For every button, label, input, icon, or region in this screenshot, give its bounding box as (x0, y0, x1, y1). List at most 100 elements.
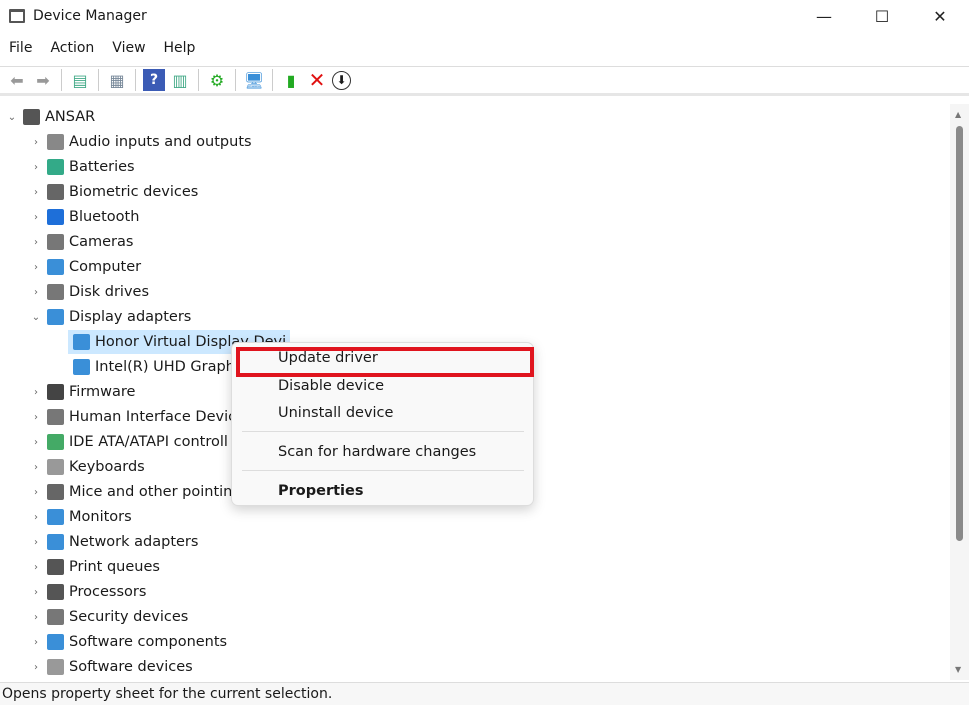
uninstall-icon[interactable]: ✕ (306, 68, 328, 92)
tree-item[interactable]: › Monitors (30, 505, 136, 529)
tree-item[interactable]: › Audio inputs and outputs (30, 130, 256, 154)
menu-view[interactable]: View (103, 38, 154, 62)
expand-chevron-icon[interactable]: › (30, 462, 42, 473)
expand-chevron-icon[interactable]: › (30, 137, 42, 148)
expand-chevron-icon[interactable]: › (30, 237, 42, 248)
tree-item-label: Cameras (69, 234, 134, 250)
scan-hardware-icon[interactable]: 🖥 (243, 69, 265, 91)
item-icon (47, 559, 64, 575)
tree-item-label: Security devices (69, 609, 189, 625)
window-title: Device Manager (33, 8, 147, 24)
collapse-chevron-icon[interactable]: ⌄ (6, 112, 18, 123)
tree-item[interactable]: › Human Interface Devic (30, 405, 240, 429)
tree-item-label: Bluetooth (69, 209, 140, 225)
menu-help[interactable]: Help (155, 38, 205, 62)
item-icon (47, 184, 64, 200)
tree-item[interactable]: › Security devices (30, 605, 192, 629)
item-icon (47, 584, 64, 600)
menu-item-disable-device[interactable]: Disable device (278, 378, 384, 394)
help-icon[interactable]: ? (143, 69, 165, 91)
tree-item[interactable]: › Software devices (30, 655, 197, 679)
expand-chevron-icon[interactable]: › (30, 187, 42, 198)
expand-chevron-icon[interactable]: › (30, 387, 42, 398)
menu-item-properties[interactable]: Properties (278, 483, 363, 499)
item-icon (47, 159, 64, 175)
menu-item-update-driver[interactable]: Update driver (278, 350, 378, 366)
tree-display-device[interactable]: Intel(R) UHD Graph (68, 355, 239, 379)
disable-download-icon[interactable]: ⬇ (332, 70, 351, 90)
vertical-scrollbar[interactable]: ▲ ▼ (950, 104, 969, 680)
expand-chevron-icon[interactable]: › (30, 512, 42, 523)
action-pane-icon[interactable]: ▥ (169, 69, 191, 91)
tree-item-label: Biometric devices (69, 184, 199, 200)
tree-item-label: Batteries (69, 159, 135, 175)
collapse-chevron-icon[interactable]: ⌄ (30, 312, 42, 323)
close-button[interactable]: ✕ (911, 0, 969, 32)
tree-item[interactable]: › Mice and other pointin (30, 480, 236, 504)
tree-item[interactable]: › Biometric devices (30, 180, 202, 204)
tree-item[interactable]: › Firmware (30, 380, 139, 404)
tree-item[interactable]: › Bluetooth (30, 205, 143, 229)
tree-item[interactable]: › Batteries (30, 155, 139, 179)
menu-action[interactable]: Action (41, 38, 103, 62)
forward-icon[interactable]: ➡ (32, 69, 54, 91)
scrollbar-thumb[interactable] (956, 126, 963, 541)
tree-item[interactable]: › Computer (30, 255, 145, 279)
title-bar: Device Manager — ☐ ✕ (0, 0, 969, 32)
expand-chevron-icon[interactable]: › (30, 162, 42, 173)
tree-item-label: Software devices (69, 659, 193, 675)
tree-item[interactable]: › Processors (30, 580, 150, 604)
tree-item[interactable]: › Disk drives (30, 280, 153, 304)
enable-device-icon[interactable]: ▮ (280, 69, 302, 91)
expand-chevron-icon[interactable]: › (30, 212, 42, 223)
tree-item-label: Print queues (69, 559, 160, 575)
item-icon (47, 609, 64, 625)
tree-item[interactable]: › Software components (30, 630, 231, 654)
menu-bar: File Action View Help (0, 38, 204, 62)
expand-chevron-icon[interactable]: › (30, 612, 42, 623)
item-icon (47, 459, 64, 475)
maximize-button[interactable]: ☐ (853, 0, 911, 32)
properties-icon[interactable]: ▦ (106, 69, 128, 91)
item-icon (47, 309, 64, 325)
update-driver-icon[interactable]: ⚙ (206, 69, 228, 91)
minimize-button[interactable]: — (795, 0, 853, 32)
tree-item[interactable]: › IDE ATA/ATAPI controll (30, 430, 232, 454)
tree-item-label: Monitors (69, 509, 132, 525)
tree-item[interactable]: › Network adapters (30, 530, 202, 554)
tree-item[interactable]: ⌄ Display adapters (30, 305, 195, 329)
tree-item[interactable]: › Keyboards (30, 455, 149, 479)
tree-item[interactable]: › Cameras (30, 230, 137, 254)
display-device-icon (73, 334, 90, 350)
tree-root-computer[interactable]: ⌄ ANSAR (6, 105, 99, 129)
tree-item-label: Processors (69, 584, 147, 600)
tree-item-label: Firmware (69, 384, 136, 400)
menu-file[interactable]: File (0, 38, 41, 62)
show-hide-console-tree-icon[interactable]: ▤ (69, 69, 91, 91)
tree-item-label: Intel(R) UHD Graph (95, 359, 235, 375)
tree-item-label: Keyboards (69, 459, 145, 475)
expand-chevron-icon[interactable]: › (30, 662, 42, 673)
expand-chevron-icon[interactable]: › (30, 412, 42, 423)
item-icon (47, 259, 64, 275)
toolbar: ⬅ ➡ ▤ ▦ ? ▥ ⚙ 🖥 ▮ ✕ ⬇ (0, 66, 969, 96)
item-icon (47, 484, 64, 500)
item-icon (47, 509, 64, 525)
item-icon (47, 534, 64, 550)
tree-item[interactable]: › Print queues (30, 555, 164, 579)
expand-chevron-icon[interactable]: › (30, 587, 42, 598)
expand-chevron-icon[interactable]: › (30, 437, 42, 448)
expand-chevron-icon[interactable]: › (30, 487, 42, 498)
tree-item-label: Computer (69, 259, 142, 275)
menu-item-scan-hardware[interactable]: Scan for hardware changes (278, 444, 476, 460)
item-icon (47, 209, 64, 225)
expand-chevron-icon[interactable]: › (30, 537, 42, 548)
back-icon[interactable]: ⬅ (6, 69, 28, 91)
item-icon (47, 284, 64, 300)
expand-chevron-icon[interactable]: › (30, 562, 42, 573)
expand-chevron-icon[interactable]: › (30, 287, 42, 298)
expand-chevron-icon[interactable]: › (30, 637, 42, 648)
expand-chevron-icon[interactable]: › (30, 262, 42, 273)
tree-item-label: Mice and other pointin (69, 484, 233, 500)
menu-item-uninstall-device[interactable]: Uninstall device (278, 405, 393, 421)
